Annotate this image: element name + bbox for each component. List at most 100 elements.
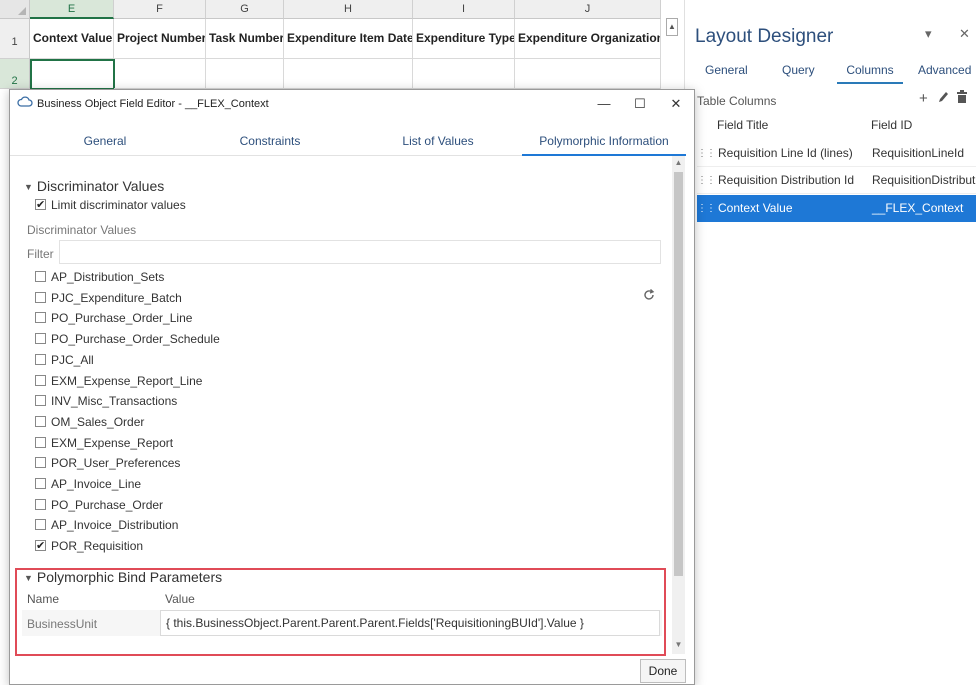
- ld-tab-general[interactable]: General: [705, 62, 748, 84]
- filter-label: Filter: [27, 247, 54, 261]
- collapse-triangle-icon[interactable]: ▼: [24, 182, 33, 192]
- checkbox-box[interactable]: [35, 353, 46, 365]
- column-header-g[interactable]: G: [206, 0, 284, 19]
- column-row-title: Context Value: [718, 201, 793, 215]
- discriminator-item-label: PO_Purchase_Order_Schedule: [51, 332, 220, 347]
- discriminator-item[interactable]: EXM_Expense_Report_Line: [35, 372, 202, 390]
- scroll-up-arrow[interactable]: ▲: [672, 158, 685, 167]
- cell-f2[interactable]: [114, 59, 206, 89]
- cell-i2[interactable]: [413, 59, 515, 89]
- column-header-i[interactable]: I: [413, 0, 515, 19]
- discriminator-item-label: EXM_Expense_Report: [51, 435, 174, 450]
- checkbox-box[interactable]: [35, 312, 46, 324]
- discriminator-item[interactable]: POR_User_Preferences: [35, 454, 180, 472]
- discriminator-item[interactable]: PO_Purchase_Order_Schedule: [35, 330, 220, 348]
- discriminator-item[interactable]: AP_Invoice_Line: [35, 475, 141, 493]
- discriminator-item[interactable]: INV_Misc_Transactions: [35, 392, 177, 410]
- header-cell-project-number[interactable]: Project Number: [114, 19, 206, 59]
- column-header-h[interactable]: H: [284, 0, 413, 19]
- tab-general[interactable]: General: [50, 132, 160, 156]
- ld-tab-query[interactable]: Query: [782, 62, 815, 84]
- plus-icon[interactable]: +: [919, 90, 928, 107]
- tab-list-of-values[interactable]: List of Values: [378, 132, 498, 156]
- discriminator-item[interactable]: PO_Purchase_Order: [35, 496, 163, 514]
- header-cell-expenditure-type[interactable]: Expenditure Type: [413, 19, 515, 59]
- cell-h2[interactable]: [284, 59, 413, 89]
- checkbox-box[interactable]: [35, 519, 46, 531]
- limit-discriminator-checkbox[interactable]: Limit discriminator values: [35, 196, 186, 214]
- ld-tab-columns[interactable]: Columns: [837, 62, 903, 84]
- discriminator-item[interactable]: PJC_All: [35, 351, 94, 369]
- checkbox-box[interactable]: [35, 436, 46, 448]
- discriminator-item-label: PO_Purchase_Order: [51, 497, 164, 512]
- discriminator-item[interactable]: EXM_Expense_Report: [35, 434, 173, 452]
- scroll-thumb[interactable]: [674, 172, 683, 576]
- cell-g2[interactable]: [206, 59, 284, 89]
- sheet-scroll-up-arrow[interactable]: ▲: [666, 18, 678, 36]
- discriminator-item-label: OM_Sales_Order: [51, 414, 145, 429]
- select-all-corner[interactable]: [0, 0, 30, 19]
- checkbox-box[interactable]: [35, 395, 46, 407]
- cell-j2[interactable]: [515, 59, 661, 89]
- header-cell-context-value[interactable]: Context Value: [30, 19, 114, 59]
- discriminator-item-label: POR_User_Preferences: [51, 456, 181, 471]
- discriminator-item[interactable]: AP_Invoice_Distribution: [35, 516, 178, 534]
- header-cell-expenditure-item-date[interactable]: Expenditure Item Date: [284, 19, 413, 59]
- scroll-down-arrow[interactable]: ▼: [672, 640, 685, 649]
- header-cell-task-number[interactable]: Task Number: [206, 19, 284, 59]
- column-row-id: RequisitionDistribut: [872, 173, 976, 187]
- close-button[interactable]: ✕: [666, 95, 686, 113]
- checkbox-box[interactable]: [35, 498, 46, 510]
- table-columns-label: Table Columns: [697, 94, 777, 108]
- done-button[interactable]: Done: [640, 659, 686, 683]
- maximize-button[interactable]: ☐: [630, 95, 650, 113]
- field-id-header: Field ID: [871, 118, 913, 132]
- filter-input[interactable]: [59, 240, 661, 264]
- checkbox-box[interactable]: [35, 374, 46, 386]
- discriminator-values-heading[interactable]: ▼ Discriminator Values: [24, 178, 164, 194]
- discriminator-item[interactable]: AP_Distribution_Sets: [35, 268, 164, 286]
- discriminator-item-label: INV_Misc_Transactions: [51, 394, 178, 409]
- dialog-title: Business Object Field Editor - __FLEX_Co…: [37, 98, 269, 110]
- checkbox-box[interactable]: [35, 478, 46, 489]
- row-header-2[interactable]: 2: [0, 59, 30, 89]
- refresh-icon[interactable]: [642, 288, 656, 305]
- column-row[interactable]: ⋮⋮ Requisition Line Id (lines) Requisiti…: [697, 140, 976, 167]
- column-row[interactable]: ⋮⋮ Requisition Distribution Id Requisiti…: [697, 167, 976, 194]
- column-header-f[interactable]: F: [114, 0, 206, 19]
- discriminator-item-label: AP_Invoice_Line: [51, 477, 142, 491]
- drag-handle-icon[interactable]: ⋮⋮: [697, 140, 716, 166]
- row-header-1[interactable]: 1: [0, 19, 30, 59]
- checkbox-box[interactable]: [35, 333, 46, 345]
- active-cell-e2[interactable]: [30, 59, 115, 90]
- column-row-selected[interactable]: ⋮⋮ Context Value __FLEX_Context: [697, 195, 976, 222]
- discriminator-item[interactable]: OM_Sales_Order: [35, 413, 144, 431]
- ld-tab-advanced[interactable]: Advanced: [918, 62, 971, 84]
- checkbox-box[interactable]: [35, 415, 46, 427]
- drag-handle-icon[interactable]: ⋮⋮: [697, 195, 716, 222]
- column-header-e[interactable]: E: [30, 0, 114, 19]
- checkbox-box[interactable]: [35, 271, 46, 282]
- checkbox-box[interactable]: [35, 457, 46, 469]
- tab-polymorphic-information[interactable]: Polymorphic Information: [522, 132, 686, 156]
- panel-options-icon[interactable]: ▾: [925, 26, 932, 42]
- discriminator-item[interactable]: PO_Purchase_Order_Line: [35, 309, 192, 327]
- discriminator-item[interactable]: PJC_Expenditure_Batch: [35, 289, 182, 307]
- tab-constraints[interactable]: Constraints: [210, 132, 330, 156]
- checkbox-box[interactable]: [35, 291, 46, 303]
- discriminator-item-label: PJC_All: [51, 352, 94, 367]
- header-cell-expenditure-organization[interactable]: Expenditure Organization: [515, 19, 661, 59]
- layout-designer-title: Layout Designer: [695, 26, 834, 47]
- dialog-scrollbar[interactable]: ▲ ▼: [672, 156, 685, 654]
- checkbox-box[interactable]: [35, 537, 46, 555]
- layout-designer-tabs: General Query Columns Advanced: [685, 62, 976, 84]
- pencil-icon[interactable]: [937, 90, 949, 108]
- checkbox-box[interactable]: [35, 196, 46, 214]
- drag-handle-icon[interactable]: ⋮⋮: [697, 167, 716, 193]
- trash-icon[interactable]: [956, 90, 968, 108]
- minimize-button[interactable]: —: [594, 95, 614, 113]
- dialog-titlebar[interactable]: Business Object Field Editor - __FLEX_Co…: [10, 90, 694, 118]
- discriminator-item[interactable]: POR_Requisition: [35, 537, 143, 555]
- column-header-j[interactable]: J: [515, 0, 661, 19]
- panel-close-icon[interactable]: ✕: [959, 26, 970, 42]
